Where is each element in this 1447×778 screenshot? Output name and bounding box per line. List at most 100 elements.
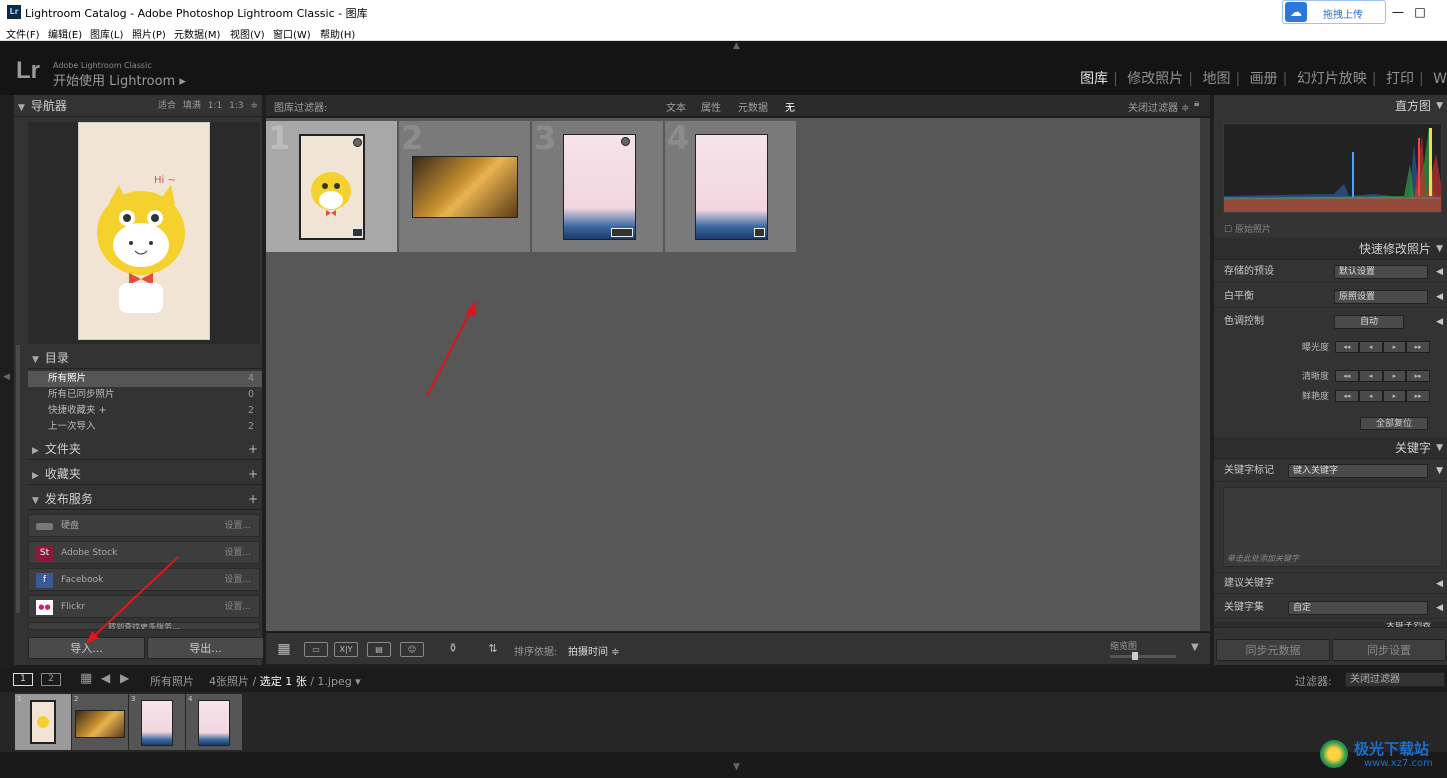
decrease-button[interactable]: ◂ [1358,370,1383,382]
reset-all-button[interactable]: 全部复位 [1360,417,1428,430]
increase-button[interactable]: ▸ [1382,390,1407,402]
tone-control-row: 色调控制 自动 ◀ [1214,311,1447,333]
quick-develop-title: 快速修改照片 [1358,242,1431,256]
collapse-arrow-icon[interactable]: ◀ [1436,597,1443,619]
collapse-arrow-icon[interactable]: ◀ [1436,311,1443,333]
decrease-more-button[interactable]: ◂◂ [1335,390,1359,402]
filmstrip-cell[interactable]: 3 [129,694,185,750]
spray-can-icon[interactable]: ⚱ [446,642,460,657]
exposure-row: 曝光度 ◂◂ ◂ ▸ ▸▸ [1214,340,1447,356]
expand-arrow-icon[interactable]: ▼ [1436,460,1443,482]
slider-handle[interactable] [1132,652,1138,660]
increase-button[interactable]: ▸ [1382,341,1407,353]
site-watermark: 极光下载站 www.xz7.com [1320,736,1445,776]
filmstrip-thumb [30,700,56,744]
filmstrip-thumb [198,700,230,746]
increase-more-button[interactable]: ▸▸ [1406,341,1430,353]
keywording-header[interactable]: 关键字 ▼ [1214,437,1447,459]
saved-preset-label: 存储的预设 [1224,266,1274,277]
toolbar-menu-icon[interactable]: ▼ [1191,642,1199,653]
compare-view-icon[interactable]: X|Y [334,642,358,657]
filmstrip-index: 3 [131,695,136,703]
original-photo-label: 原始照片 [1234,225,1271,235]
filmstrip-thumb [141,700,173,746]
expand-triangle-icon: ▼ [1436,244,1443,254]
quick-develop-header[interactable]: 快速修改照片 ▼ [1214,238,1447,260]
expand-triangle-icon: ▼ [1436,101,1443,111]
keyword-input-placeholder: 单击此处添加关键字 [1227,554,1299,563]
saved-preset-row: 存储的预设 默认设置 ◀ [1214,261,1447,283]
watermark-url: www.xz7.com [1364,758,1433,769]
keyword-list-header[interactable]: 关键字列表 [1214,622,1447,628]
white-balance-dropdown[interactable]: 原照设置 [1334,290,1428,304]
clarity-row: 清晰度 ◂◂ ◂ ▸ ▸▸ [1214,369,1447,385]
histogram-graph [1224,126,1441,212]
keywording-title: 关键字 [1394,441,1431,455]
decrease-button[interactable]: ◂ [1358,390,1383,402]
filmstrip-filter-dropdown[interactable]: 关闭过滤器 [1345,672,1445,687]
histogram-header[interactable]: 直方图 ▼ [1214,95,1447,117]
decrease-more-button[interactable]: ◂◂ [1335,370,1359,382]
filmstrip-info: 4张照片 / 选定 1 张 / 1.jpeg ▾ [209,673,361,689]
collapse-arrow-icon[interactable]: ◀ [1436,573,1443,595]
collapse-arrow-icon[interactable]: ◀ [1436,261,1443,283]
keyword-set-row: 关键字集 自定 ◀ [1214,597,1447,619]
thumbnail-size-label: 缩览图 [1110,642,1138,652]
auto-tone-button[interactable]: 自动 [1334,315,1404,329]
collapse-bottom-icon[interactable]: ▼ [733,762,740,772]
white-balance-row: 白平衡 原照设置 ◀ [1214,286,1447,308]
filmstrip-cell[interactable]: 4 [186,694,242,750]
sync-settings-button[interactable]: 同步设置 [1332,639,1446,661]
decrease-more-button[interactable]: ◂◂ [1335,341,1359,353]
filmstrip-filename[interactable]: / 1.jpeg ▾ [307,675,361,688]
filmstrip-cell[interactable]: 2 [72,694,128,750]
decrease-button[interactable]: ◂ [1358,341,1383,353]
forward-arrow-icon[interactable]: ▶ [120,671,129,685]
red-arrow-icon [91,556,179,639]
collapse-arrow-icon[interactable]: ◀ [1436,286,1443,308]
window-2-button[interactable]: 2 [41,673,61,686]
exposure-label: 曝光度 [1301,343,1329,353]
keyword-set-dropdown[interactable]: 自定 [1288,601,1428,615]
filmstrip-count: 4张照片 / [209,675,260,688]
increase-button[interactable]: ▸ [1382,370,1407,382]
original-photo-checkbox[interactable]: ☐ 原始照片 [1224,222,1271,235]
increase-more-button[interactable]: ▸▸ [1406,370,1430,382]
filmstrip-filter-label: 过滤器: [1295,675,1332,688]
filmstrip-bar: 1 2 ▦ ◀ ▶ 所有照片 4张照片 / 选定 1 张 / 1.jpeg ▾ … [0,668,1447,692]
increase-more-button[interactable]: ▸▸ [1406,390,1430,402]
grid-toolbar: ▦ ▭ X|Y ▤ ☺ ⚱ ⇅ 排序依据: 拍摄时间 ≑ 缩览图 ▼ [266,632,1210,664]
thumbnail-size-slider[interactable] [1110,655,1176,658]
filmstrip: 1 2 3 4 [0,692,1447,752]
filmstrip-selected: 选定 1 张 [259,675,307,688]
keyword-tags-dropdown[interactable]: 键入关键字 [1288,464,1428,478]
grid-icon[interactable]: ▦ [80,671,92,686]
histogram-title: 直方图 [1394,99,1431,113]
watermark-name: 极光下载站 [1354,740,1430,758]
filmstrip-source[interactable]: 所有照片 [150,673,194,689]
sort-direction-icon[interactable]: ⇅ [481,642,505,657]
bottom-edge: ▼ [0,752,1447,778]
people-view-icon[interactable]: ☺ [400,642,424,657]
vibrance-row: 鲜艳度 ◂◂ ◂ ▸ ▸▸ [1214,389,1447,405]
tone-control-label: 色调控制 [1224,316,1264,327]
vibrance-label: 鲜艳度 [1301,392,1329,402]
filmstrip-index: 1 [17,695,22,703]
suggested-keywords-row[interactable]: 建议关键字 ◀ [1214,572,1447,594]
histogram[interactable] [1223,123,1442,213]
window-1-button[interactable]: 1 [13,673,33,686]
white-balance-label: 白平衡 [1224,291,1254,302]
filmstrip-index: 2 [74,695,79,703]
keyword-set-label: 关键字集 [1224,602,1264,613]
expand-triangle-icon: ▼ [1436,443,1443,453]
sort-dropdown[interactable]: 拍摄时间 ≑ [568,643,620,658]
loupe-view-icon[interactable]: ▭ [304,642,328,657]
grid-view-icon[interactable]: ▦ [272,642,296,657]
saved-preset-dropdown[interactable]: 默认设置 [1334,265,1428,279]
back-arrow-icon[interactable]: ◀ [101,671,110,685]
survey-view-icon[interactable]: ▤ [367,642,391,657]
filmstrip-cell[interactable]: 1 [15,694,71,750]
sync-metadata-button[interactable]: 同步元数据 [1216,639,1330,661]
keyword-input-area[interactable]: 单击此处添加关键字 [1223,487,1442,567]
red-arrow-icon [426,307,473,397]
